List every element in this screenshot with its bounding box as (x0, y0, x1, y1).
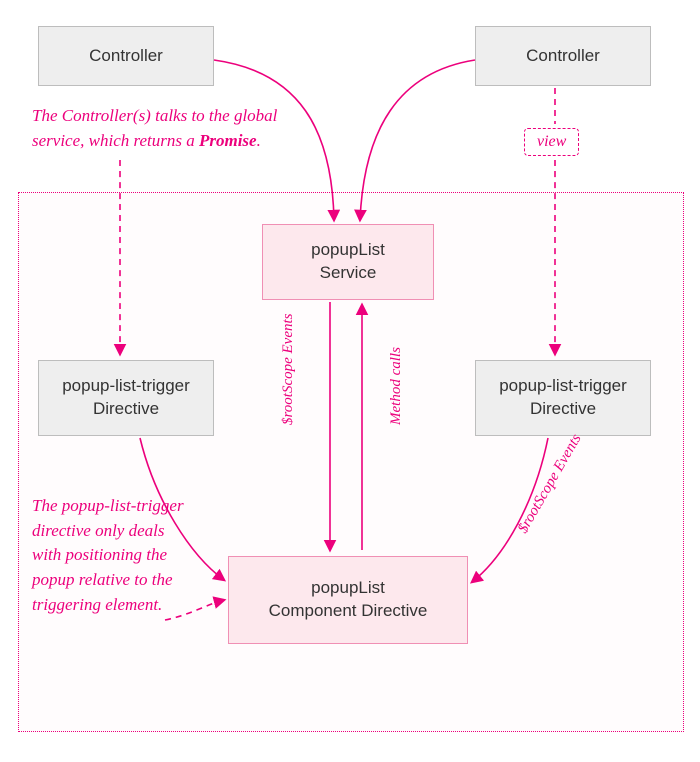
view-tag: view (524, 128, 579, 156)
trigger-left-box: popup-list-trigger Directive (38, 360, 214, 436)
label-method-calls: Method calls (388, 347, 405, 425)
service-box: popupList Service (262, 224, 434, 300)
controller-box-left: Controller (38, 26, 214, 86)
component-box: popupList Component Directive (228, 556, 468, 644)
label-rootscope-mid-left: $rootScope Events (280, 314, 297, 426)
note-trigger-positioning: The popup-list-trigger directive only de… (32, 494, 197, 617)
diagram-stage: Controller Controller view popupList Ser… (0, 0, 700, 762)
controller-box-right: Controller (475, 26, 651, 86)
trigger-right-box: popup-list-trigger Directive (475, 360, 651, 436)
note-controller-service: The Controller(s) talks to the global se… (32, 104, 332, 153)
